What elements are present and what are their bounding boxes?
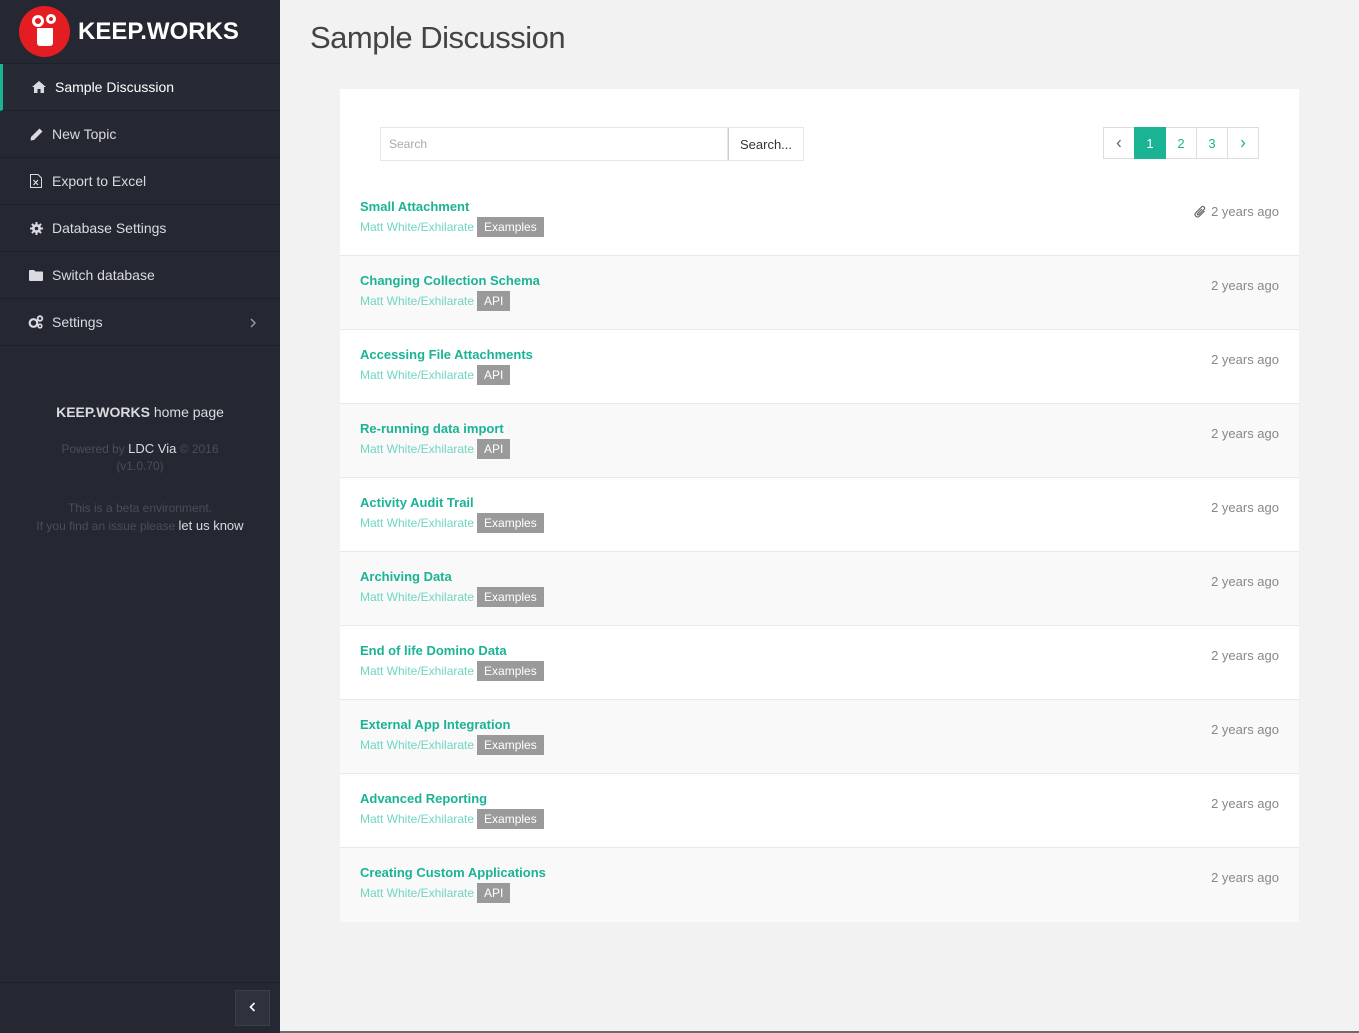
- sidebar-item-sample-discussion[interactable]: Sample Discussion: [0, 64, 280, 111]
- pagination-next-button[interactable]: [1227, 127, 1259, 159]
- topic-row: Changing Collection Schema Matt White/Ex…: [340, 256, 1299, 330]
- topic-author[interactable]: Matt White/Exhilarate: [360, 812, 474, 826]
- topic-author[interactable]: Matt White/Exhilarate: [360, 516, 474, 530]
- topic-row: Small Attachment Matt White/Exhilarate Ex…: [340, 182, 1299, 256]
- search-button[interactable]: Search...: [728, 127, 804, 161]
- sidebar-item-label: Settings: [52, 314, 103, 330]
- topic-list: Small Attachment Matt White/Exhilarate Ex…: [340, 182, 1299, 922]
- topic-time: 2 years ago: [1211, 574, 1279, 589]
- home-page-link[interactable]: KEEP.WORKS home page: [0, 404, 280, 420]
- topics-panel: Search... 1 2 3 Small Attachment Matt Wh…: [340, 89, 1299, 922]
- topic-author[interactable]: Matt White/Exhilarate: [360, 220, 474, 234]
- search-group: Search...: [380, 127, 804, 161]
- powered-by: Powered by LDC Via © 2016 (v1.0.70): [61, 441, 219, 473]
- topic-row: Accessing File Attachments Matt White/Ex…: [340, 330, 1299, 404]
- page-title: Sample Discussion: [310, 20, 566, 55]
- topic-tag[interactable]: Examples: [477, 587, 544, 607]
- ldc-via-link[interactable]: LDC Via: [128, 441, 176, 456]
- pagination: 1 2 3: [1103, 127, 1259, 159]
- topic-row: External App Integration Matt White/Exhi…: [340, 700, 1299, 774]
- topic-author[interactable]: Matt White/Exhilarate: [360, 442, 474, 456]
- topic-time: 2 years ago: [1211, 722, 1279, 737]
- topic-time: 2 years ago: [1211, 426, 1279, 441]
- topic-tag[interactable]: API: [477, 439, 511, 459]
- topic-tag[interactable]: API: [477, 883, 511, 903]
- topic-title[interactable]: End of life Domino Data: [360, 643, 1299, 658]
- topic-title[interactable]: Accessing File Attachments: [360, 347, 1299, 362]
- sidebar-footer: KEEP.WORKS home page Powered by LDC Via …: [0, 404, 280, 535]
- topic-tag[interactable]: API: [477, 365, 511, 385]
- sidebar-item-export-to-excel[interactable]: Export to Excel: [0, 158, 280, 205]
- topic-time: 2 years ago: [1211, 204, 1279, 219]
- topic-author[interactable]: Matt White/Exhilarate: [360, 294, 474, 308]
- topic-time: 2 years ago: [1211, 278, 1279, 293]
- chevron-right-icon: [1240, 136, 1246, 151]
- let-us-know-link[interactable]: let us know: [179, 518, 244, 533]
- topic-row: Activity Audit Trail Matt White/Exhilara…: [340, 478, 1299, 552]
- topic-author[interactable]: Matt White/Exhilarate: [360, 590, 474, 604]
- topic-row: End of life Domino Data Matt White/Exhil…: [340, 626, 1299, 700]
- sidebar-item-database-settings[interactable]: Database Settings: [0, 205, 280, 252]
- version-text: (v1.0.70): [116, 459, 164, 473]
- topic-row: Re-running data import Matt White/Exhila…: [340, 404, 1299, 478]
- keepworks-logo-icon: [19, 6, 70, 57]
- topic-time: 2 years ago: [1211, 648, 1279, 663]
- pencil-icon: [28, 128, 44, 141]
- sidebar-collapse-bar: [0, 982, 280, 1033]
- topic-tag[interactable]: Examples: [477, 217, 544, 237]
- topic-title[interactable]: Small Attachment: [360, 199, 1299, 214]
- topic-title[interactable]: External App Integration: [360, 717, 1299, 732]
- topic-time: 2 years ago: [1211, 870, 1279, 885]
- gear-icon: [28, 221, 44, 235]
- paperclip-icon: [1194, 205, 1206, 218]
- folder-icon: [28, 269, 44, 281]
- gears-icon: [28, 315, 44, 329]
- sidebar: KEEP.WORKS Sample Discussion New Topic E…: [0, 0, 280, 1033]
- topic-title[interactable]: Changing Collection Schema: [360, 273, 1299, 288]
- sidebar-item-label: New Topic: [52, 126, 117, 142]
- sidebar-item-label: Export to Excel: [52, 173, 147, 189]
- topic-time: 2 years ago: [1211, 352, 1279, 367]
- topic-tag[interactable]: Examples: [477, 661, 544, 681]
- topic-row: Creating Custom Applications Matt White/…: [340, 848, 1299, 922]
- collapse-sidebar-button[interactable]: [235, 990, 270, 1026]
- search-input[interactable]: [380, 127, 728, 161]
- chevron-left-icon: [249, 999, 256, 1017]
- beta-notice: This is a beta environment. If you find …: [36, 501, 244, 533]
- brand-name: KEEP.WORKS: [78, 17, 239, 45]
- topic-tag[interactable]: Examples: [477, 809, 544, 829]
- excel-file-icon: [28, 174, 44, 188]
- topic-title[interactable]: Advanced Reporting: [360, 791, 1299, 806]
- pagination-page-1[interactable]: 1: [1134, 127, 1166, 159]
- sidebar-item-new-topic[interactable]: New Topic: [0, 111, 280, 158]
- topic-time: 2 years ago: [1211, 796, 1279, 811]
- topic-author[interactable]: Matt White/Exhilarate: [360, 664, 474, 678]
- topic-author[interactable]: Matt White/Exhilarate: [360, 738, 474, 752]
- sidebar-item-switch-database[interactable]: Switch database: [0, 252, 280, 299]
- topic-author[interactable]: Matt White/Exhilarate: [360, 368, 474, 382]
- pagination-prev-button[interactable]: [1103, 127, 1135, 159]
- topic-title[interactable]: Re-running data import: [360, 421, 1299, 436]
- pagination-page-3[interactable]: 3: [1196, 127, 1228, 159]
- topic-author[interactable]: Matt White/Exhilarate: [360, 886, 474, 900]
- sidebar-item-settings[interactable]: Settings: [0, 299, 280, 346]
- topic-time: 2 years ago: [1211, 500, 1279, 515]
- sidebar-item-label: Sample Discussion: [55, 79, 175, 95]
- sidebar-item-label: Database Settings: [52, 220, 167, 236]
- topic-title[interactable]: Archiving Data: [360, 569, 1299, 584]
- sidebar-nav: Sample Discussion New Topic Export to Ex…: [0, 64, 280, 346]
- topic-tag[interactable]: API: [477, 291, 511, 311]
- home-icon: [31, 81, 47, 93]
- topic-row: Archiving Data Matt White/Exhilarate Exam…: [340, 552, 1299, 626]
- topic-tag[interactable]: Examples: [477, 735, 544, 755]
- topic-row: Advanced Reporting Matt White/Exhilarate…: [340, 774, 1299, 848]
- sidebar-item-label: Switch database: [52, 267, 155, 283]
- brand[interactable]: KEEP.WORKS: [0, 0, 280, 64]
- topic-title[interactable]: Activity Audit Trail: [360, 495, 1299, 510]
- pagination-page-2[interactable]: 2: [1165, 127, 1197, 159]
- topic-tag[interactable]: Examples: [477, 513, 544, 533]
- topic-title[interactable]: Creating Custom Applications: [360, 865, 1299, 880]
- chevron-right-icon: [250, 315, 256, 331]
- chevron-left-icon: [1116, 136, 1122, 151]
